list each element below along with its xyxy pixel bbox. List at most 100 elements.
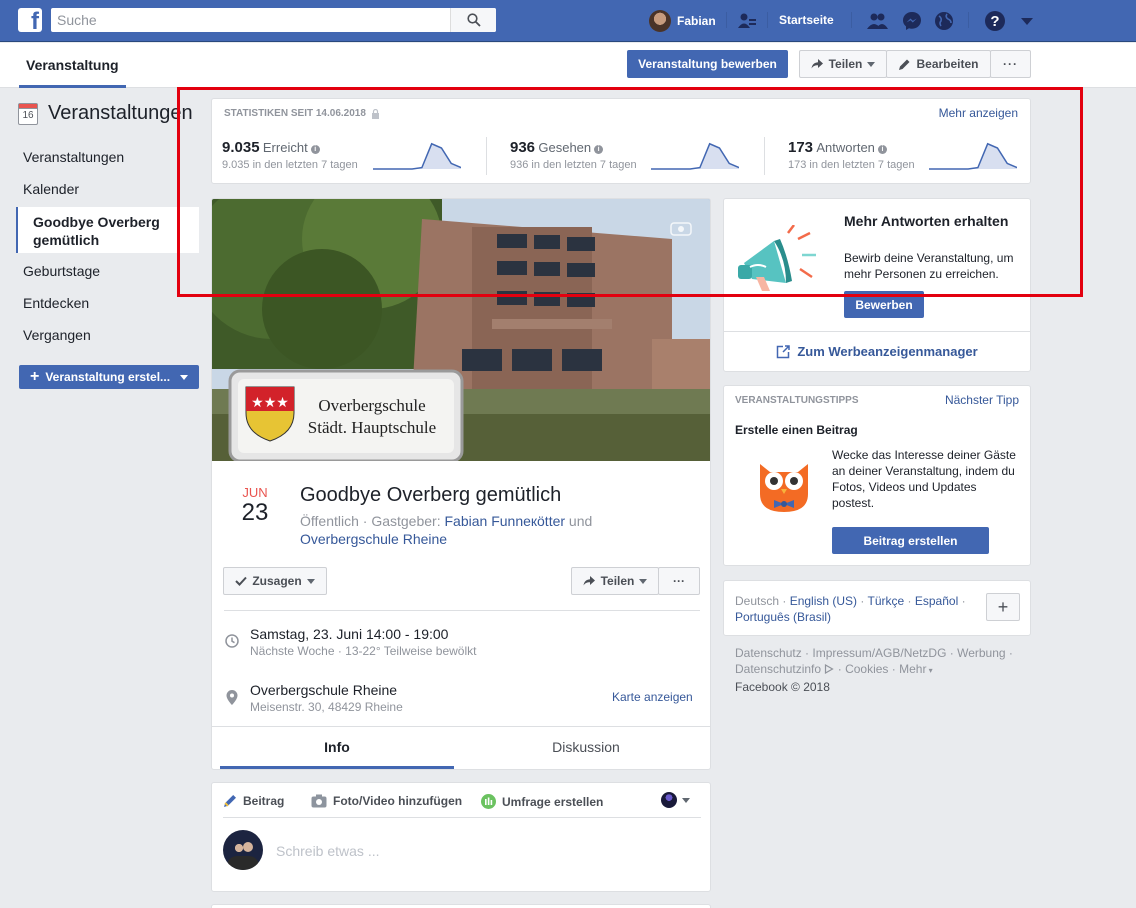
poll-icon (481, 794, 496, 809)
sidebar-title-text: Veranstaltungen (48, 102, 193, 124)
search-button[interactable] (450, 8, 496, 32)
sidebar-item-calendar[interactable]: Kalender (23, 181, 79, 197)
svg-text:?: ? (990, 13, 999, 30)
tab-event[interactable]: Veranstaltung (19, 43, 126, 88)
stat-seen-sparkline (651, 142, 739, 170)
stat-answers[interactable]: 173 Antworten i 173 in den letzten 7 tage… (788, 139, 915, 171)
messenger-icon[interactable] (901, 10, 923, 32)
event-cover-photo[interactable]: ★★★ Overbergschule Städt. Hauptschule (212, 199, 710, 461)
event-more-button[interactable]: ··· (658, 567, 700, 595)
event-location[interactable]: Overbergschule Rheine (250, 682, 397, 698)
sidebar-item-discover[interactable]: Entdecken (23, 295, 89, 311)
friends-icon[interactable] (866, 10, 888, 32)
event-datetime-sub: Nächste Woche · 13-22° Teilweise bewölkt (250, 644, 477, 658)
footer-copyright: Facebook © 2018 (735, 680, 830, 694)
composer-tab-photo[interactable]: Foto/Video hinzufügen (311, 794, 462, 808)
avatar (649, 10, 671, 32)
language-current: Deutsch (735, 594, 780, 608)
post-as-selector[interactable] (661, 792, 690, 808)
composer-tab-post[interactable]: Beitrag (223, 794, 284, 808)
event-subheader: Veranstaltung Veranstaltung bewerben Tei… (0, 43, 1136, 88)
info-icon: i (877, 145, 887, 154)
stat-reached-sparkline (373, 142, 461, 170)
language-portuguese[interactable]: Português (Brasil) (735, 610, 831, 624)
footer-link-cookies[interactable]: Cookies (845, 662, 888, 676)
language-spanish[interactable]: Español (915, 594, 958, 608)
tips-header: VERANSTALTUNGSTIPPS (735, 395, 859, 406)
stat-answers-sub: 173 in den letzten 7 tagen (788, 159, 915, 171)
event-privacy: Öffentlich (300, 513, 359, 529)
friend-finder-icon[interactable] (736, 10, 758, 32)
search-box (51, 8, 496, 32)
statistics-header: STATISTIKEN SEIT 14.06.2018 (224, 108, 366, 119)
tab-discussion[interactable]: Diskussion (470, 727, 702, 769)
stat-reached-label: Erreicht (262, 140, 308, 155)
stat-reached[interactable]: 9.035 Erreicht i 9.035 in den letzten 7 t… (222, 139, 358, 171)
event-share-button[interactable]: Teilen (571, 567, 659, 595)
facebook-logo-icon[interactable]: f (18, 8, 42, 32)
account-dropdown-icon[interactable] (1016, 10, 1038, 32)
search-input[interactable] (51, 8, 441, 32)
search-icon (466, 13, 481, 27)
location-pin-icon (226, 690, 238, 705)
chevron-down-icon (180, 374, 189, 380)
language-card: Deutsch · English (US) · Türkçe · Españo… (723, 580, 1031, 636)
going-button-label: Zusagen (252, 574, 302, 588)
next-tip-link[interactable]: Nächster Tipp (945, 393, 1019, 407)
cover-sign-line2: Städt. Hauptschule (308, 418, 436, 437)
ads-manager-link[interactable]: Zum Werbeanzeigenmanager (724, 344, 1030, 359)
footer-link-imprint[interactable]: Impressum/AGB/NetzDG (812, 646, 946, 660)
language-english[interactable]: English (US) (790, 594, 857, 608)
footer-link-adchoices[interactable]: Datenschutzinfo (735, 662, 821, 676)
create-post-button[interactable]: Beitrag erstellen (832, 527, 989, 554)
going-button[interactable]: Zusagen (223, 567, 327, 595)
stat-reached-sub: 9.035 in den letzten 7 tagen (222, 159, 358, 171)
edit-button[interactable]: Bearbeiten (886, 50, 991, 78)
footer-link-privacy[interactable]: Datenschutz (735, 646, 802, 660)
sparkline-area (651, 143, 739, 169)
stat-answers-sparkline (929, 142, 1017, 170)
add-language-button[interactable]: + (986, 593, 1020, 621)
tab-info[interactable]: Info (220, 727, 454, 769)
more-options-button[interactable]: ··· (990, 50, 1031, 78)
sidebar-item-events[interactable]: Veranstaltungen (23, 149, 124, 165)
help-icon[interactable]: ? (984, 10, 1006, 32)
composer-tab-post-label: Beitrag (243, 794, 285, 808)
clock-icon (225, 634, 239, 648)
camera-icon[interactable] (668, 219, 698, 239)
event-datetime[interactable]: Samstag, 23. Juni 14:00 - 19:00 (250, 626, 448, 642)
composer-input[interactable]: Schreib etwas ... (276, 843, 380, 859)
show-map-link[interactable]: Karte anzeigen (612, 690, 693, 704)
lock-icon (371, 108, 379, 119)
host-link-fabian[interactable]: Fabian Funneкötter (445, 513, 566, 529)
composer-tab-poll[interactable]: Umfrage erstellen (481, 794, 603, 809)
stat-answers-value: 173 (788, 139, 814, 156)
edit-button-label: Bearbeiten (916, 57, 979, 71)
more-statistics-link[interactable]: Mehr anzeigen (939, 106, 1018, 120)
host-link-school[interactable]: Overbergschule Rheine (300, 531, 447, 547)
profile-link[interactable]: Fabian (649, 9, 716, 33)
stat-seen[interactable]: 936 Gesehen i 936 in den letzten 7 tagen (510, 139, 637, 171)
tips-title: Erstelle einen Beitrag (735, 423, 858, 437)
megaphone-icon (738, 225, 816, 291)
footer-link-ads[interactable]: Werbung (957, 646, 1005, 660)
event-host-line: Öffentlich · Gastgeber: Fabian Funneкött… (300, 512, 620, 548)
sidebar-item-past[interactable]: Vergangen (23, 327, 91, 343)
tips-text: Wecke das Interesse deiner Gäste an dein… (832, 448, 1016, 510)
promo-text: Bewirb deine Veranstaltung, um mehr Pers… (844, 251, 1014, 281)
cover-sign-line1: Overbergschule (318, 396, 425, 415)
footer-link-more[interactable]: Mehr (899, 662, 926, 676)
share-button[interactable]: Teilen (799, 50, 887, 78)
top-navigation-bar: f Fabian Startseite ? (0, 0, 1136, 42)
promote-event-button[interactable]: Veranstaltung bewerben (627, 50, 788, 78)
footer-links: Datenschutz · Impressum/AGB/NetzDG · Wer… (735, 645, 1025, 695)
language-turkish[interactable]: Türkçe (868, 594, 905, 608)
promote-button[interactable]: Bewerben (844, 291, 924, 318)
create-event-button[interactable]: + Veranstaltung erstel... (19, 365, 199, 389)
event-host-conj: und (568, 513, 593, 529)
globe-icon[interactable] (933, 10, 955, 32)
chevron-down-icon (639, 578, 648, 584)
sidebar-item-birthdays[interactable]: Geburtstage (23, 263, 100, 279)
sidebar-item-current-event[interactable]: Goodbye Overberg gemütlich (16, 207, 199, 253)
home-link[interactable]: Startseite (779, 13, 834, 27)
